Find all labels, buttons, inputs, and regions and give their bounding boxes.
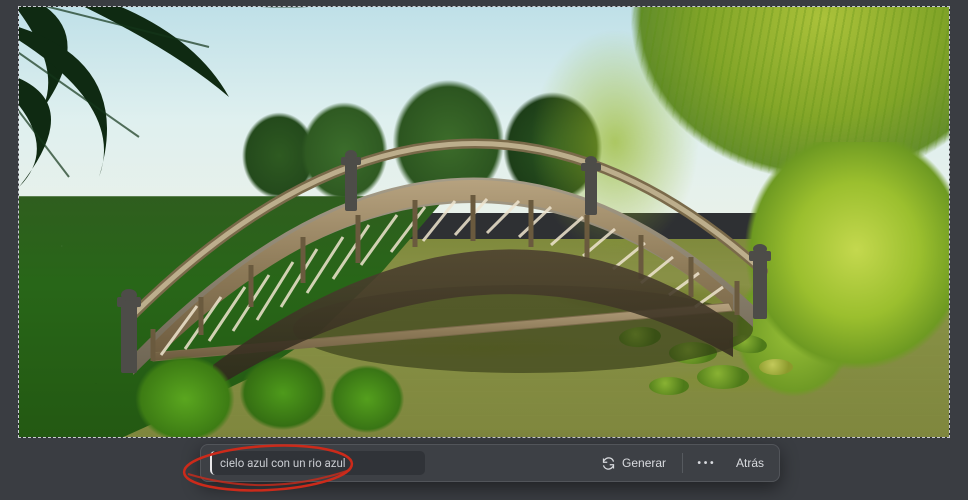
generative-fill-taskbar: cielo azul con un rio azul Generar ••• A… [200,444,780,482]
image-canvas[interactable] [18,6,950,438]
prompt-input[interactable]: cielo azul con un rio azul [210,451,425,475]
prompt-input-text: cielo azul con un rio azul [220,456,346,470]
more-options-button[interactable]: ••• [693,456,720,470]
toolbar-separator [682,453,683,473]
canvas-image [19,7,949,437]
generate-icon [601,456,616,471]
palm-fronds [18,6,319,207]
generate-button-label: Generar [622,456,666,470]
back-button-label: Atrás [736,456,764,470]
foreground-foliage [129,327,409,438]
generate-button[interactable]: Generar [595,452,672,475]
back-button[interactable]: Atrás [730,452,770,474]
